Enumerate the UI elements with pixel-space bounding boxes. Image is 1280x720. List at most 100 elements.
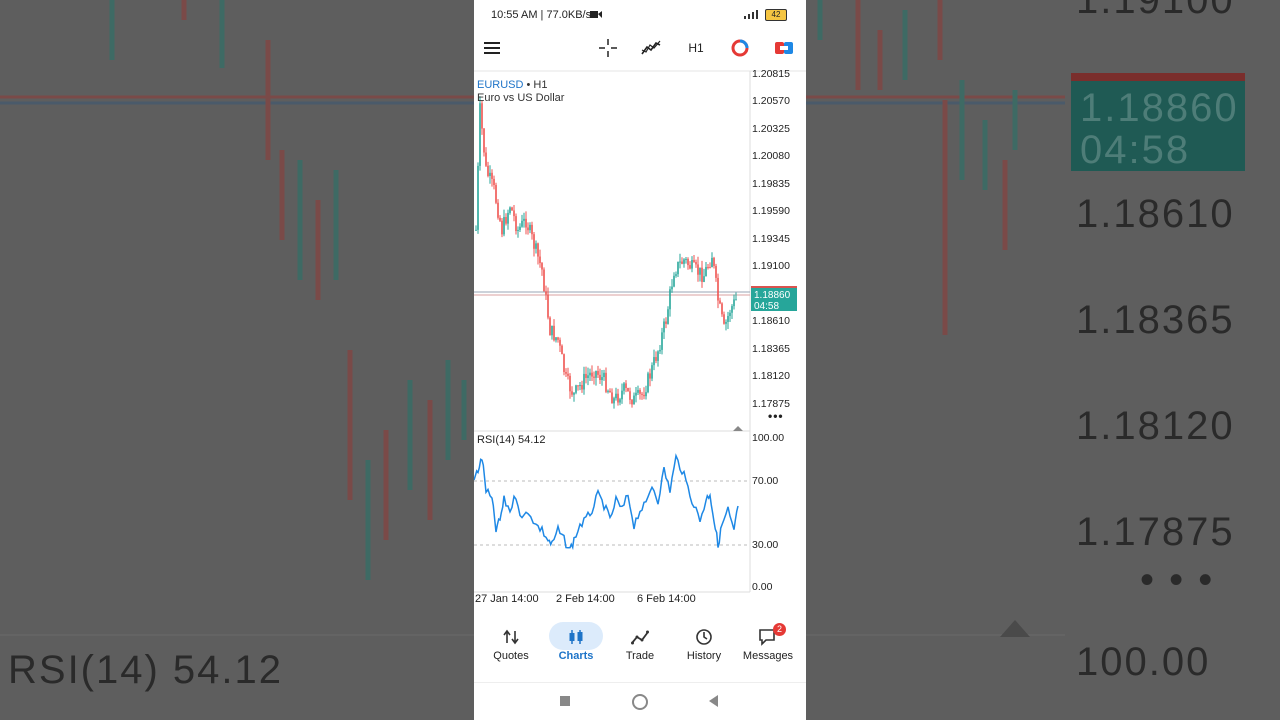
candle-body — [547, 294, 549, 318]
candle-body — [709, 267, 711, 269]
candle-body — [677, 261, 679, 275]
back-button[interactable] — [708, 695, 720, 707]
candle-body — [529, 224, 531, 231]
candle-body — [507, 212, 509, 224]
candle-body — [693, 260, 695, 263]
nav-trade-label: Trade — [625, 650, 655, 662]
candle-body — [661, 332, 663, 350]
candle-body — [567, 373, 569, 376]
candle-body — [701, 267, 703, 282]
candle-body — [629, 391, 631, 400]
candle-body — [703, 276, 705, 282]
candle-body — [733, 299, 735, 307]
candle-body — [489, 172, 491, 176]
candle-body — [521, 220, 523, 227]
candle-body — [727, 316, 729, 322]
candle-body — [671, 286, 673, 290]
candle-body — [575, 385, 577, 393]
candle-body — [551, 325, 553, 336]
candle-body — [609, 390, 611, 393]
candle-body — [557, 337, 559, 340]
candle-body — [589, 372, 591, 376]
bg-price-1: 1.19100 — [1076, 0, 1235, 22]
candle-body — [533, 234, 535, 249]
candle-body — [605, 372, 607, 392]
bg-more: • • • — [1140, 558, 1215, 602]
candle-body — [497, 202, 499, 218]
candle-body — [651, 365, 653, 379]
recents-button[interactable] — [560, 696, 570, 706]
candle-body — [593, 376, 595, 378]
candle-body — [543, 269, 545, 292]
symbol-name: EURUSD — [477, 79, 524, 91]
candle-body — [527, 227, 529, 231]
candle-body — [643, 394, 645, 397]
candle-body — [537, 243, 539, 257]
candle-body — [725, 321, 727, 324]
bar-countdown: 04:58 — [754, 301, 780, 312]
candle-body — [569, 375, 571, 392]
candle-body — [685, 258, 687, 260]
candle-body — [585, 373, 587, 378]
current-price: 1.18860 — [754, 290, 791, 301]
candle-body — [563, 354, 565, 372]
history-icon — [696, 629, 712, 645]
candle-body — [705, 266, 707, 277]
nav-charts[interactable]: Charts — [543, 612, 609, 672]
candle-body — [717, 277, 719, 301]
candle-body — [565, 371, 567, 374]
candle-body — [491, 172, 493, 179]
nav-messages[interactable]: 2 Messages — [735, 612, 801, 672]
price-tick: 1.19100 — [752, 260, 790, 272]
candle-body — [613, 398, 615, 404]
candle-body — [545, 291, 547, 295]
candle-body — [535, 243, 537, 249]
candle-body — [599, 374, 601, 381]
candle-body — [501, 220, 503, 235]
candle-body — [477, 165, 479, 230]
bg-price-current: 1.18860 — [1080, 86, 1239, 130]
pane-resize-icon[interactable] — [733, 426, 743, 431]
price-tick: 1.18365 — [752, 343, 790, 355]
nav-history-label: History — [686, 650, 722, 662]
candle-body — [611, 392, 613, 404]
candle-body — [713, 257, 715, 266]
nav-messages-label: Messages — [742, 650, 794, 662]
nav-history[interactable]: History — [671, 612, 737, 672]
candle-body — [509, 207, 511, 213]
price-tick: 1.20325 — [752, 123, 790, 135]
candle-body — [553, 325, 555, 341]
candle-body — [633, 395, 635, 405]
candle-body — [573, 392, 575, 395]
symbol-label: EURUSD • H1 — [477, 79, 547, 91]
candle-body — [597, 371, 599, 375]
candle-body — [541, 263, 543, 270]
bg-price-3: 1.18365 — [1076, 298, 1235, 342]
home-button[interactable] — [632, 694, 648, 710]
bg-price-2: 1.18610 — [1076, 192, 1235, 236]
candle-body — [625, 383, 627, 389]
candle-body — [499, 217, 501, 221]
candle-body — [681, 261, 683, 264]
nav-trade[interactable]: Trade — [607, 612, 673, 672]
more-options-button[interactable]: ••• — [768, 409, 784, 423]
candle-body — [571, 391, 573, 395]
symbol-timeframe: • H1 — [523, 79, 548, 91]
price-tick: 1.19345 — [752, 233, 790, 245]
bg-countdown: 04:58 — [1080, 128, 1191, 172]
candle-body — [479, 103, 481, 166]
candle-body — [481, 103, 483, 129]
candle-body — [649, 373, 651, 379]
nav-quotes[interactable]: Quotes — [478, 612, 544, 672]
candle-body — [711, 257, 713, 268]
price-tick: 1.20080 — [752, 150, 790, 162]
messages-badge: 2 — [773, 623, 786, 636]
candle-body — [617, 393, 619, 403]
candle-body — [719, 300, 721, 304]
candle-body — [631, 399, 633, 405]
candles — [475, 96, 737, 409]
candle-body — [511, 207, 513, 211]
price-tick: 1.19835 — [752, 178, 790, 190]
candle-body — [591, 372, 593, 377]
nav-charts-label: Charts — [558, 650, 594, 662]
